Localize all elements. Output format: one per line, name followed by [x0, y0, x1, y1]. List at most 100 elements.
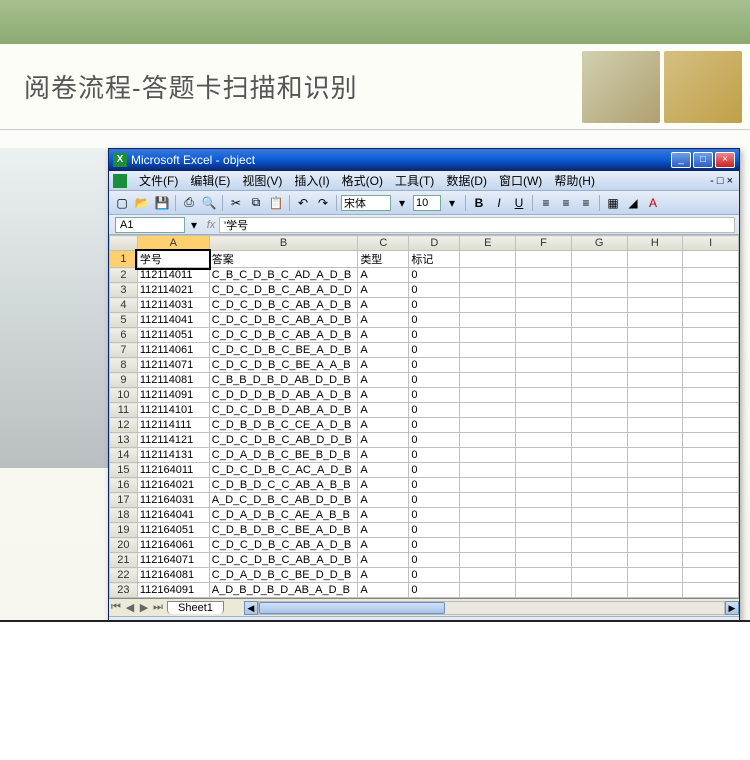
cell[interactable]: A — [358, 283, 409, 298]
cell[interactable]: A — [358, 403, 409, 418]
cell[interactable]: 112164051 — [137, 523, 209, 538]
cell[interactable] — [683, 343, 739, 358]
cell[interactable] — [683, 433, 739, 448]
cell[interactable] — [683, 403, 739, 418]
cell[interactable] — [460, 268, 516, 283]
cell[interactable]: 112114041 — [137, 313, 209, 328]
cell[interactable] — [627, 283, 683, 298]
cell[interactable]: A — [358, 373, 409, 388]
cell[interactable]: 学号 — [137, 251, 209, 268]
cell[interactable]: 112164041 — [137, 508, 209, 523]
cell[interactable]: 0 — [409, 523, 460, 538]
row-header[interactable]: 18 — [110, 508, 138, 523]
cell[interactable]: 0 — [409, 508, 460, 523]
cell[interactable] — [627, 553, 683, 568]
cell[interactable]: A — [358, 568, 409, 583]
cell[interactable] — [627, 568, 683, 583]
cell[interactable]: 0 — [409, 343, 460, 358]
hscroll-track[interactable] — [258, 601, 725, 615]
cell[interactable]: 112164061 — [137, 538, 209, 553]
row-header[interactable]: 5 — [110, 313, 138, 328]
cell[interactable] — [516, 403, 572, 418]
row-header[interactable]: 20 — [110, 538, 138, 553]
menu-insert[interactable]: 插入(I) — [288, 172, 335, 189]
hscroll-left-icon[interactable]: ◀ — [244, 601, 258, 615]
cell[interactable]: 0 — [409, 268, 460, 283]
cell[interactable] — [460, 553, 516, 568]
tab-nav-first-icon[interactable]: ⏮ — [109, 601, 123, 614]
align-right-icon[interactable]: ≡ — [577, 194, 595, 212]
cell[interactable] — [516, 418, 572, 433]
cell[interactable]: A_D_C_D_B_C_AB_D_D_B — [209, 493, 358, 508]
cell[interactable]: 112114091 — [137, 388, 209, 403]
cell[interactable] — [516, 553, 572, 568]
cell[interactable]: 112114101 — [137, 403, 209, 418]
cell[interactable] — [460, 343, 516, 358]
cell[interactable] — [460, 358, 516, 373]
copy-icon[interactable]: ⧉ — [247, 194, 265, 212]
row-header[interactable]: 6 — [110, 328, 138, 343]
cell[interactable] — [571, 403, 627, 418]
cell[interactable] — [627, 523, 683, 538]
cell[interactable]: 答案 — [209, 251, 358, 268]
name-box[interactable]: A1 — [115, 217, 185, 233]
cell[interactable]: 112114011 — [137, 268, 209, 283]
cell[interactable]: 112164021 — [137, 478, 209, 493]
size-dropdown-icon[interactable]: ▾ — [443, 194, 461, 212]
system-menu-icon[interactable] — [113, 174, 127, 188]
menu-data[interactable]: 数据(D) — [440, 172, 493, 189]
cell[interactable] — [683, 553, 739, 568]
cell[interactable]: A — [358, 388, 409, 403]
namebox-dropdown-icon[interactable]: ▾ — [185, 216, 203, 234]
menu-window[interactable]: 窗口(W) — [493, 172, 548, 189]
cell[interactable]: A — [358, 523, 409, 538]
save-icon[interactable]: 💾 — [153, 194, 171, 212]
align-center-icon[interactable]: ≡ — [557, 194, 575, 212]
row-header[interactable]: 23 — [110, 583, 138, 598]
cell[interactable] — [571, 328, 627, 343]
row-header[interactable]: 21 — [110, 553, 138, 568]
cell[interactable]: C_D_C_D_B_D_AB_A_D_B — [209, 403, 358, 418]
preview-icon[interactable]: 🔍 — [200, 194, 218, 212]
select-all-corner[interactable] — [110, 236, 138, 251]
cell[interactable]: 112114081 — [137, 373, 209, 388]
cell[interactable] — [683, 328, 739, 343]
cell[interactable]: C_D_C_D_B_C_BE_A_A_B — [209, 358, 358, 373]
doc-close-button[interactable]: - □ × — [708, 175, 735, 187]
undo-icon[interactable]: ↶ — [294, 194, 312, 212]
cell[interactable]: C_D_C_D_B_C_BE_A_D_B — [209, 343, 358, 358]
row-header[interactable]: 8 — [110, 358, 138, 373]
cell[interactable]: C_D_A_D_B_C_BE_D_D_B — [209, 568, 358, 583]
row-header[interactable]: 13 — [110, 433, 138, 448]
cell[interactable] — [460, 403, 516, 418]
cell[interactable] — [571, 298, 627, 313]
cell[interactable] — [627, 268, 683, 283]
cell[interactable]: C_D_C_D_B_C_AB_A_D_B — [209, 538, 358, 553]
cell[interactable]: 0 — [409, 538, 460, 553]
col-header-F[interactable]: F — [516, 236, 572, 251]
cell[interactable]: C_D_C_D_B_C_AB_A_D_B — [209, 313, 358, 328]
cell[interactable]: C_D_D_D_B_D_AB_A_D_B — [209, 388, 358, 403]
cell[interactable] — [683, 418, 739, 433]
cell[interactable]: 112114061 — [137, 343, 209, 358]
cell[interactable]: C_D_B_D_B_C_BE_A_D_B — [209, 523, 358, 538]
cell[interactable] — [571, 568, 627, 583]
menu-help[interactable]: 帮助(H) — [548, 172, 601, 189]
cell[interactable] — [571, 493, 627, 508]
cell[interactable] — [571, 478, 627, 493]
cell[interactable]: A — [358, 508, 409, 523]
window-titlebar[interactable]: X Microsoft Excel - object _ □ × — [109, 149, 739, 171]
cell[interactable] — [571, 463, 627, 478]
cell[interactable]: 0 — [409, 568, 460, 583]
borders-icon[interactable]: ▦ — [604, 194, 622, 212]
cell[interactable] — [683, 478, 739, 493]
cell[interactable]: C_D_B_D_B_C_CE_A_D_B — [209, 418, 358, 433]
cell[interactable] — [460, 463, 516, 478]
font-dropdown-icon[interactable]: ▾ — [393, 194, 411, 212]
cell[interactable] — [516, 583, 572, 598]
cell[interactable]: A — [358, 343, 409, 358]
align-left-icon[interactable]: ≡ — [537, 194, 555, 212]
col-header-E[interactable]: E — [460, 236, 516, 251]
col-header-D[interactable]: D — [409, 236, 460, 251]
cell[interactable] — [460, 493, 516, 508]
